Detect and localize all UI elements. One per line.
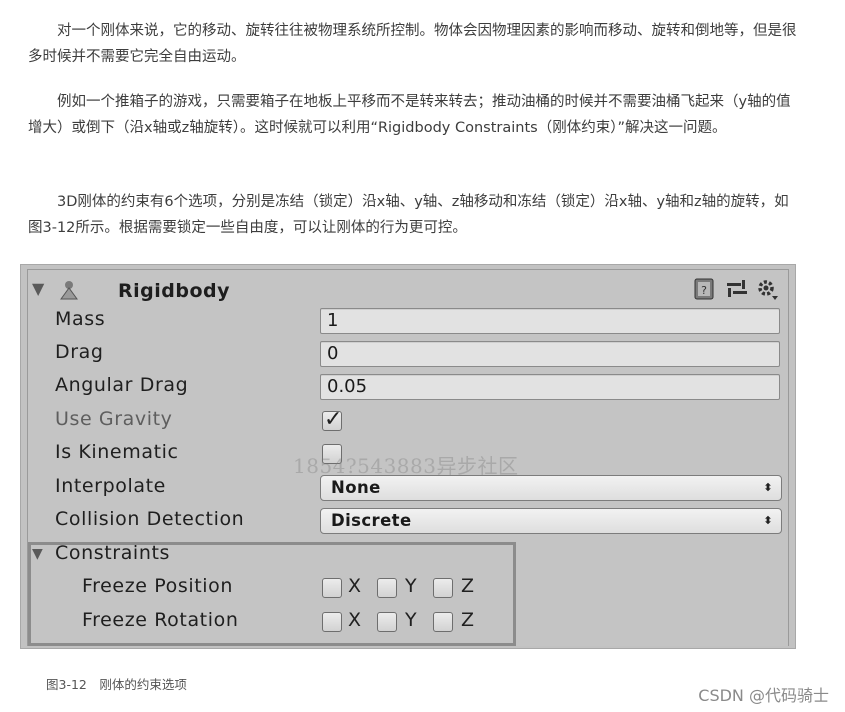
collision-detection-value: Discrete (331, 511, 412, 530)
paragraph-2: 例如一个推箱子的游戏，只需要箱子在地板上平移而不是转来转去；推动油桶的时候并不需… (28, 94, 791, 136)
interpolate-label: Interpolate (55, 475, 166, 497)
mass-field[interactable]: 1 (320, 308, 780, 334)
rigidbody-inspector-figure: ▼ Rigidbody ? Mass 1 Drag 0 Angular Drag… (20, 264, 796, 649)
angular-drag-label: Angular Drag (55, 374, 189, 396)
svg-text:?: ? (701, 284, 707, 297)
freeze-position-label: Freeze Position (82, 575, 233, 597)
drag-label: Drag (55, 341, 104, 363)
dropdown-arrow-icon: ⬍ (763, 514, 773, 527)
freeze-rotation-z-checkbox[interactable] (433, 612, 453, 632)
preset-sliders-icon[interactable] (725, 277, 749, 301)
csdn-credit: CSDN @代码骑士 (698, 686, 829, 705)
freeze-position-y-checkbox[interactable] (377, 578, 397, 598)
freeze-rotation-x-checkbox[interactable] (322, 612, 342, 632)
constraints-fold-icon[interactable]: ▼ (32, 546, 43, 562)
interpolate-dropdown[interactable]: None ⬍ (320, 475, 782, 501)
freeze-rotation-label: Freeze Rotation (82, 609, 239, 631)
collision-detection-label: Collision Detection (55, 508, 245, 530)
freeze-rotation-x-label: X (348, 609, 362, 631)
collapse-arrow-icon[interactable]: ▼ (32, 279, 44, 298)
freeze-position-x-checkbox[interactable] (322, 578, 342, 598)
freeze-position-z-checkbox[interactable] (433, 578, 453, 598)
drag-field[interactable]: 0 (320, 341, 780, 367)
gear-icon[interactable] (755, 277, 779, 301)
freeze-rotation-y-label: Y (405, 609, 417, 631)
collision-detection-dropdown[interactable]: Discrete ⬍ (320, 508, 782, 534)
component-title: Rigidbody (118, 280, 230, 302)
dropdown-arrow-icon: ⬍ (763, 481, 773, 494)
use-gravity-label: Use Gravity (55, 408, 173, 430)
mass-label: Mass (55, 308, 106, 330)
angular-drag-field[interactable]: 0.05 (320, 374, 780, 400)
checkmark-icon: ✓ (324, 407, 343, 432)
rigidbody-icon (60, 281, 78, 300)
use-gravity-checkbox[interactable]: ✓ (322, 407, 342, 432)
inspector-panel: ▼ Rigidbody ? Mass 1 Drag 0 Angular Drag… (27, 269, 789, 646)
freeze-rotation-y-checkbox[interactable] (377, 612, 397, 632)
help-book-icon[interactable]: ? (692, 277, 716, 301)
freeze-position-x-label: X (348, 575, 362, 597)
component-header: ▼ Rigidbody ? (28, 270, 788, 308)
interpolate-value: None (331, 478, 381, 497)
figure-caption: 图3-12 刚体的约束选项 (46, 677, 187, 692)
constraints-label: Constraints (55, 542, 171, 564)
is-kinematic-label: Is Kinematic (55, 441, 179, 463)
freeze-rotation-z-label: Z (461, 609, 475, 631)
freeze-position-z-label: Z (461, 575, 475, 597)
paragraph-3: 3D刚体的约束有6个选项，分别是冻结（锁定）沿x轴、y轴、z轴移动和冻结（锁定）… (28, 194, 789, 236)
paragraph-1: 对一个刚体来说，它的移动、旋转往往被物理系统所控制。物体会因物理因素的影响而移动… (28, 23, 797, 65)
freeze-position-y-label: Y (405, 575, 417, 597)
